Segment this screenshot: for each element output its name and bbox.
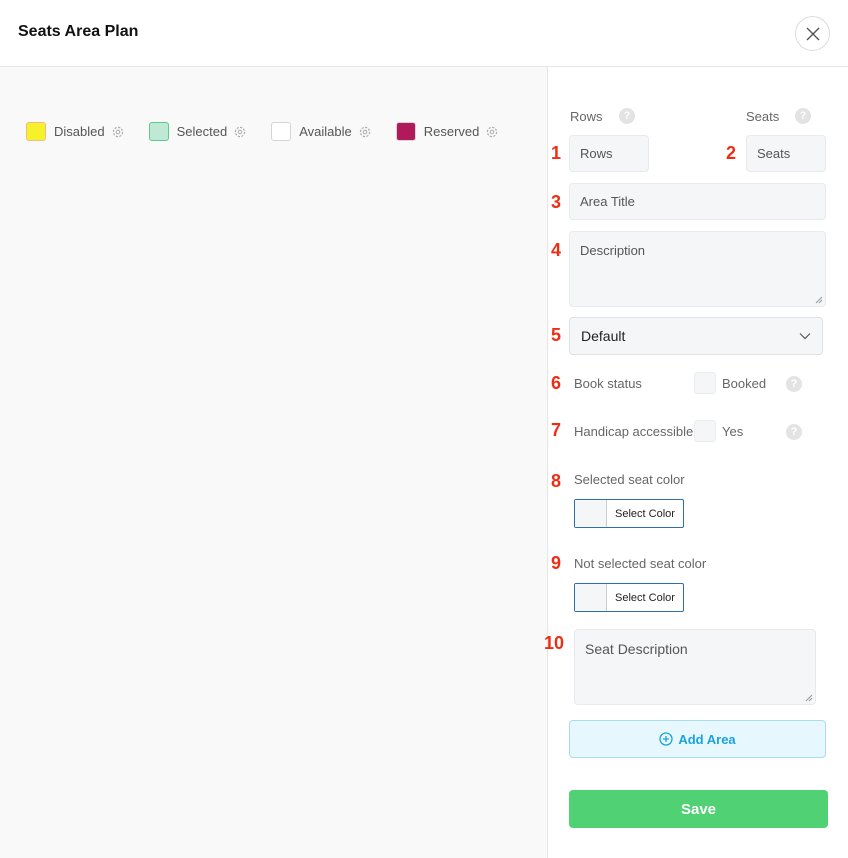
handicap-label: Handicap accessible (574, 424, 694, 439)
add-area-button[interactable]: Add Area (569, 720, 826, 758)
book-status-checkbox[interactable] (694, 372, 716, 394)
close-button[interactable] (795, 16, 830, 51)
book-status-label: Book status (574, 376, 642, 391)
marker-6: 6 (551, 373, 562, 393)
marker-8: 8 (551, 471, 562, 491)
area-title-input[interactable]: Area Title (569, 183, 826, 220)
seat-description-placeholder: Seat Description (585, 641, 688, 657)
legend-item-disabled: Disabled (26, 122, 125, 141)
marker-4: 4 (551, 240, 562, 260)
description-textarea[interactable]: Description (569, 231, 826, 307)
not-selected-seat-color-picker[interactable]: Select Color (574, 583, 684, 612)
legend-label: Available (299, 124, 352, 139)
legend-item-selected: Selected (148, 122, 248, 141)
reserved-swatch (395, 122, 416, 141)
marker-3: 3 (551, 192, 562, 212)
gear-icon[interactable] (111, 125, 125, 139)
book-status-help-icon[interactable]: ? (786, 376, 802, 392)
area-type-value: Default (581, 328, 626, 344)
rows-label: Rows (570, 109, 603, 124)
available-swatch (271, 122, 292, 141)
area-type-select[interactable]: Default (569, 317, 823, 355)
description-placeholder: Description (580, 243, 646, 258)
marker-10: 10 (544, 633, 565, 653)
resize-handle-icon[interactable] (805, 694, 813, 702)
not-selected-color-swatch (575, 584, 607, 611)
seats-label: Seats (746, 109, 780, 124)
handicap-option-label: Yes (722, 424, 744, 439)
legend-label: Reserved (423, 124, 480, 139)
disabled-swatch (26, 122, 46, 141)
gear-icon[interactable] (358, 125, 372, 139)
seats-area-plan-modal: Seats Area Plan Disabled Selected Availa… (0, 0, 848, 858)
area-settings-panel: Rows ? Seats ? 1 Rows 2 Seats 3 Area Tit… (544, 67, 848, 858)
not-selected-seat-color-label: Not selected seat color (574, 556, 707, 571)
marker-7: 7 (551, 420, 562, 440)
marker-2: 2 (726, 143, 737, 163)
select-color-label: Select Color (615, 591, 675, 604)
seats-input[interactable]: Seats (746, 135, 826, 172)
seat-plan-canvas[interactable]: Disabled Selected Available Reserved (0, 67, 548, 858)
handicap-help-icon[interactable]: ? (786, 424, 802, 440)
gear-icon[interactable] (485, 125, 499, 139)
seats-help-icon[interactable]: ? (795, 108, 811, 124)
selected-seat-color-picker[interactable]: Select Color (574, 499, 684, 528)
legend-label: Disabled (54, 124, 105, 139)
marker-1: 1 (551, 143, 562, 163)
modal-header: Seats Area Plan (0, 0, 848, 67)
resize-handle-icon[interactable] (815, 296, 823, 304)
close-icon (806, 27, 819, 40)
modal-title: Seats Area Plan (18, 23, 139, 40)
rows-input[interactable]: Rows (569, 135, 649, 172)
marker-5: 5 (551, 325, 562, 345)
handicap-checkbox[interactable] (694, 420, 716, 442)
add-area-label: Add Area (678, 731, 736, 747)
legend-item-available: Available (271, 122, 372, 141)
rows-help-icon[interactable]: ? (619, 108, 635, 124)
book-status-option-label: Booked (722, 376, 767, 391)
save-button[interactable]: Save (569, 790, 828, 828)
select-color-label: Select Color (615, 507, 675, 520)
selected-swatch (148, 122, 169, 141)
gear-icon[interactable] (233, 125, 247, 139)
legend-item-reserved: Reserved (395, 122, 500, 141)
legend-label: Selected (176, 124, 228, 139)
marker-9: 9 (551, 553, 562, 573)
chevron-down-icon (799, 333, 811, 340)
selected-color-swatch (575, 500, 607, 527)
seat-legend: Disabled Selected Available Reserved (26, 122, 523, 141)
plus-circle-icon (659, 732, 673, 746)
selected-seat-color-label: Selected seat color (574, 472, 685, 487)
seat-description-textarea[interactable]: Seat Description (574, 629, 816, 705)
